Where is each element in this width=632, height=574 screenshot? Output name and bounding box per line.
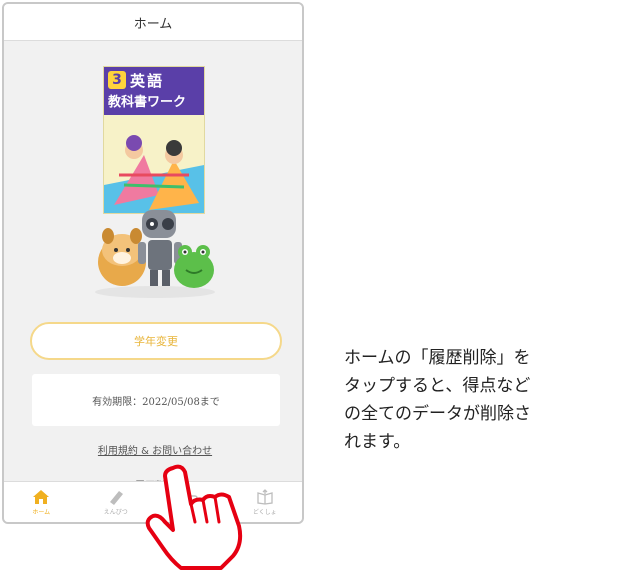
grade-change-label: 学年変更 (134, 335, 178, 348)
tab-pencil[interactable]: えんぴつ (79, 482, 154, 522)
expiry-box: 有効期限：2022/05/08まで (32, 374, 280, 426)
textbook-cover-banner: 3 英語 教科書ワーク (104, 67, 204, 115)
tab-home[interactable]: ホーム (4, 482, 79, 522)
tab-pencil-label: えんぴつ (103, 508, 128, 516)
app-header: ホーム (4, 4, 302, 41)
page-title: ホーム (133, 16, 173, 32)
grade-change-button[interactable]: 学年変更 (30, 322, 282, 360)
textbook-cover[interactable]: 3 英語 教科書ワーク (103, 66, 205, 214)
instruction-caption: ホームの「履歴削除」を タップすると、得点など の全てのデータが削除さ れます。 (344, 348, 531, 452)
terms-link[interactable]: 利用規約 & お問い合わせ (4, 442, 302, 457)
book-icon (257, 488, 273, 505)
pointing-hand-icon (145, 464, 243, 570)
book-title: 教科書ワーク (108, 95, 187, 110)
home-icon (33, 489, 50, 504)
mascot-characters (95, 210, 215, 298)
pencil-icon (109, 490, 123, 505)
grade-badge: 3 (108, 71, 126, 89)
stage: ホーム 3 英語 教科書ワーク 学年変更 有効期限：2022/05/08まで 利… (0, 0, 632, 574)
subject-label: 英語 (130, 72, 165, 90)
phone-screen: ホーム 3 英語 教科書ワーク 学年変更 有効期限：2022/05/08まで 利… (2, 2, 304, 524)
tab-home-label: ホーム (32, 508, 51, 516)
expiry-text: 有効期限：2022/05/08まで (92, 396, 220, 408)
tab-book-label: どくしょ (252, 508, 277, 516)
